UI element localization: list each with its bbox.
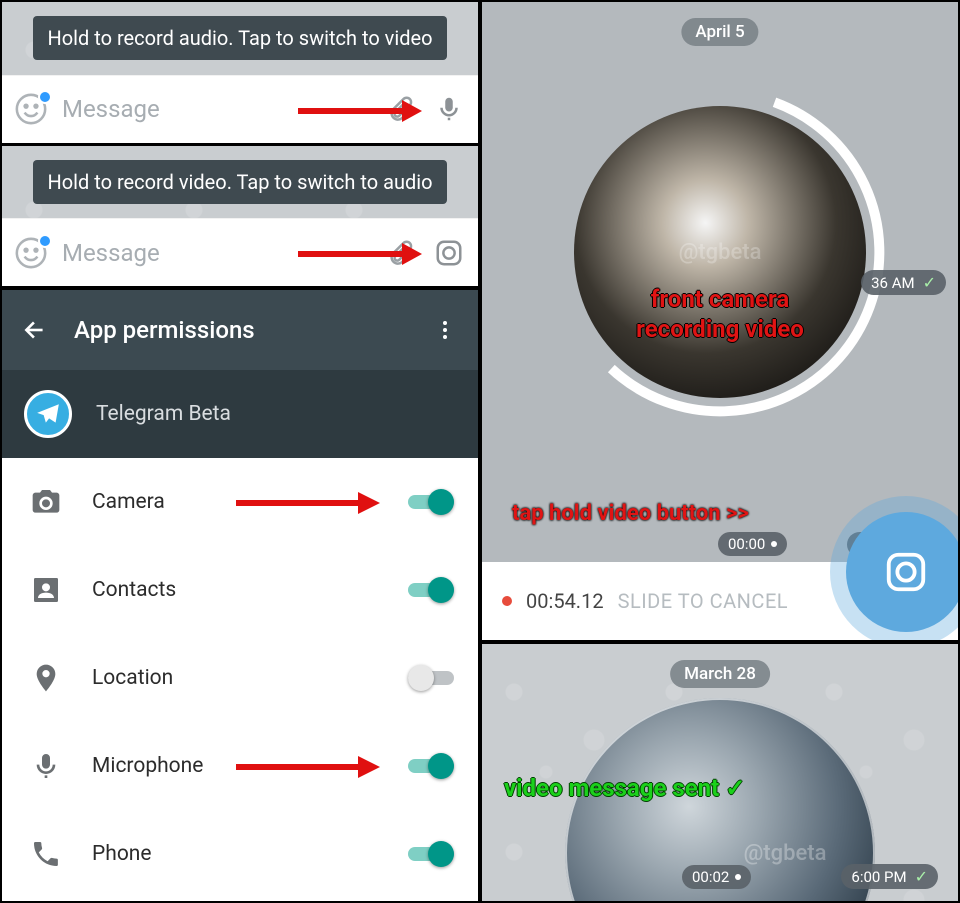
more-icon[interactable] <box>432 317 458 343</box>
tooltip-audio: Hold to record audio. Tap to switch to v… <box>33 16 446 60</box>
permission-label: Contacts <box>92 578 378 602</box>
permission-row-microphone: Microphone <box>2 722 478 810</box>
back-icon[interactable] <box>22 317 48 343</box>
permission-toggle[interactable] <box>408 753 454 779</box>
composer-block-audio: Hold to record audio. Tap to switch to v… <box>2 2 478 146</box>
permission-row-camera: Camera <box>2 458 478 546</box>
permission-toggle[interactable] <box>408 577 454 603</box>
permission-toggle[interactable] <box>408 841 454 867</box>
permission-toggle[interactable] <box>408 665 454 691</box>
chat-date-pill: April 5 <box>681 18 758 46</box>
permissions-app-row: Telegram Beta <box>2 370 478 458</box>
message-composer-video: Message <box>2 218 478 286</box>
video-duration-pill: 00:02 <box>682 865 751 889</box>
emoji-icon[interactable] <box>14 236 48 270</box>
video-record-button[interactable] <box>846 512 960 632</box>
attach-icon[interactable] <box>384 92 418 126</box>
permissions-header: App permissions <box>2 290 478 370</box>
location-icon <box>30 662 62 694</box>
chat-date-pill: March 28 <box>670 660 770 688</box>
watermark: @tgbeta <box>744 841 827 866</box>
message-time-pill: 6:00 PM✓ <box>841 864 938 889</box>
permission-label: Microphone <box>92 754 378 778</box>
watermark: @tgbeta <box>679 240 762 265</box>
recording-duration-pill: 00:00 <box>718 532 787 556</box>
video-recording-preview: @tgbeta <box>560 92 880 412</box>
permission-row-phone: Phone <box>2 810 478 898</box>
recording-timer: 00:54.12 <box>526 589 604 613</box>
tooltip-video: Hold to record video. Tap to switch to a… <box>33 160 446 204</box>
permission-label: Phone <box>92 842 378 866</box>
unread-dot-icon <box>38 90 52 104</box>
annotation-sent: video message sent ✓ <box>504 774 745 802</box>
camera-preview: @tgbeta <box>574 106 866 398</box>
permission-row-contacts: Contacts <box>2 546 478 634</box>
check-icon: ✓ <box>915 867 928 886</box>
tooltip-area: Hold to record video. Tap to switch to a… <box>2 146 478 219</box>
app-permissions-screen: App permissions Telegram Beta Camera Con… <box>0 288 480 903</box>
phone-icon <box>30 838 62 870</box>
composer-stack: Hold to record audio. Tap to switch to v… <box>0 0 480 288</box>
message-input[interactable]: Message <box>62 239 370 267</box>
telegram-logo-icon <box>24 390 72 438</box>
check-icon: ✓ <box>923 273 936 292</box>
video-message-icon[interactable] <box>432 236 466 270</box>
emoji-icon[interactable] <box>14 92 48 126</box>
message-input[interactable]: Message <box>62 95 370 123</box>
app-name: Telegram Beta <box>96 402 231 426</box>
message-composer-audio: Message <box>2 75 478 143</box>
permission-toggle[interactable] <box>408 489 454 515</box>
unread-dot-icon <box>38 234 52 248</box>
microphone-icon <box>30 750 62 782</box>
camera-icon <box>30 486 62 518</box>
permission-row-location: Location <box>2 634 478 722</box>
slide-to-cancel-label[interactable]: SLIDE TO CANCEL <box>618 589 789 613</box>
contacts-icon <box>30 574 62 606</box>
recording-screen: April 5 @tgbeta front camera recording v… <box>480 0 960 642</box>
attach-icon[interactable] <box>384 236 418 270</box>
tooltip-area: Hold to record audio. Tap to switch to v… <box>2 2 478 75</box>
permission-label: Camera <box>92 490 378 514</box>
permission-row-sms: SMS <box>2 898 478 901</box>
permissions-list[interactable]: Camera Contacts Location Microphone Phon <box>2 458 478 901</box>
sent-message-screen: March 28 @tgbeta video message sent ✓ 00… <box>480 642 960 903</box>
recording-indicator-icon <box>502 596 512 606</box>
permission-label: Location <box>92 666 378 690</box>
permissions-title: App permissions <box>74 316 406 344</box>
microphone-icon[interactable] <box>432 92 466 126</box>
side-time-label: 36 AM✓ <box>861 270 946 295</box>
composer-block-video: Hold to record video. Tap to switch to a… <box>2 146 478 287</box>
annotation-hint: tap hold video button >> <box>512 500 749 528</box>
